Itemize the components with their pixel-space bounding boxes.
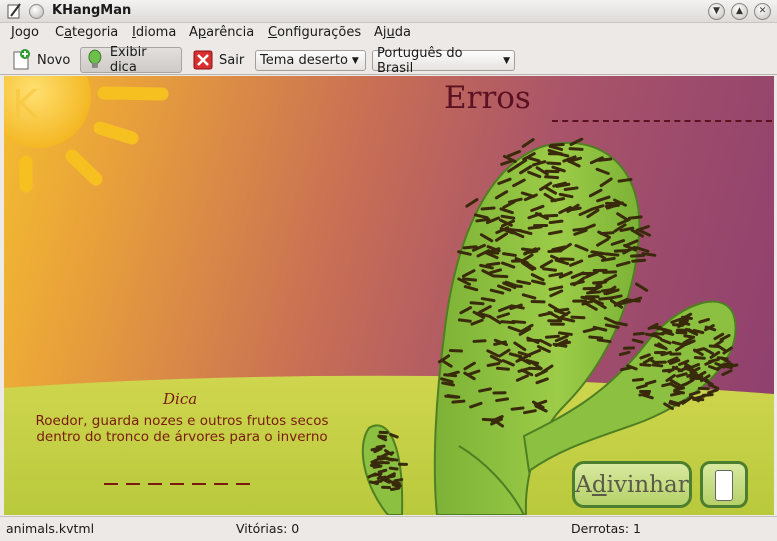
letter-slot xyxy=(148,483,162,485)
menu-aparencia[interactable]: Aparência xyxy=(189,25,254,40)
theme-select[interactable]: Tema deserto ▼ xyxy=(255,50,366,71)
app-icon xyxy=(7,3,21,19)
quit-icon xyxy=(193,50,213,70)
quit-button[interactable]: Sair xyxy=(188,47,248,73)
desert-scene: K xyxy=(4,76,774,515)
hint-title: Dica xyxy=(163,390,198,408)
letter-slot xyxy=(170,483,184,485)
letter-slot xyxy=(192,483,206,485)
new-game-button[interactable]: Novo xyxy=(6,47,74,73)
menu-jogo[interactable]: Jogo xyxy=(11,25,39,40)
close-icon: ✕ xyxy=(758,6,767,16)
errors-slots xyxy=(552,120,772,122)
menu-categoria[interactable]: Categoria xyxy=(55,25,118,40)
letter-input[interactable] xyxy=(715,470,733,501)
status-losses: Derrotas: 1 xyxy=(571,521,641,536)
chevron-down-icon: ▼ xyxy=(351,55,359,66)
letter-input-frame xyxy=(700,461,748,508)
sun-graphic: K xyxy=(4,76,169,193)
errors-label: Erros xyxy=(444,80,531,116)
menu-ajuda[interactable]: Ajuda xyxy=(374,25,411,40)
maximize-button[interactable]: ▲ xyxy=(731,3,748,20)
game-stage: K Erros Dica Roedor, guarda nozes e outr… xyxy=(4,76,774,515)
window-menu-button[interactable] xyxy=(29,4,44,19)
status-file: animals.kvtml xyxy=(6,521,95,536)
menu-configuracoes[interactable]: Configurações xyxy=(268,25,361,40)
minimize-button[interactable]: ▼ xyxy=(708,3,725,20)
language-select[interactable]: Português do Brasil ▼ xyxy=(372,46,515,76)
lightbulb-icon xyxy=(88,49,102,68)
hint-text: Roedor, guarda nozes e outros frutos sec… xyxy=(35,413,329,445)
guess-button[interactable]: Ad ivinhar xyxy=(572,461,692,508)
letter-slot xyxy=(214,483,228,485)
menu-idioma[interactable]: Idioma xyxy=(132,25,176,40)
svg-text:K: K xyxy=(12,82,40,128)
menu-bar: Jogo Categoria Idioma Aparência Configur… xyxy=(0,23,777,44)
chevron-down-icon: ▼ xyxy=(713,6,720,16)
chevron-down-icon: ▼ xyxy=(503,55,510,66)
new-document-icon xyxy=(13,49,30,70)
letter-slot xyxy=(126,483,140,485)
show-hint-button[interactable]: Exibir dica xyxy=(80,45,182,75)
status-bar: animals.kvtml Vitórias: 0 Derrotas: 1 xyxy=(0,516,777,541)
letter-slot xyxy=(236,483,250,485)
letter-slot xyxy=(104,483,118,485)
toolbar: Novo Exibir dica Sair Tema deserto ▼ Por… xyxy=(0,44,777,76)
close-button[interactable]: ✕ xyxy=(754,3,771,20)
word-slots xyxy=(104,483,250,485)
window-title: KHangMan xyxy=(52,3,132,18)
title-bar: KHangMan ▼ ▲ ✕ xyxy=(0,0,777,23)
status-wins: Vitórias: 0 xyxy=(236,521,300,536)
chevron-up-icon: ▲ xyxy=(736,6,743,16)
